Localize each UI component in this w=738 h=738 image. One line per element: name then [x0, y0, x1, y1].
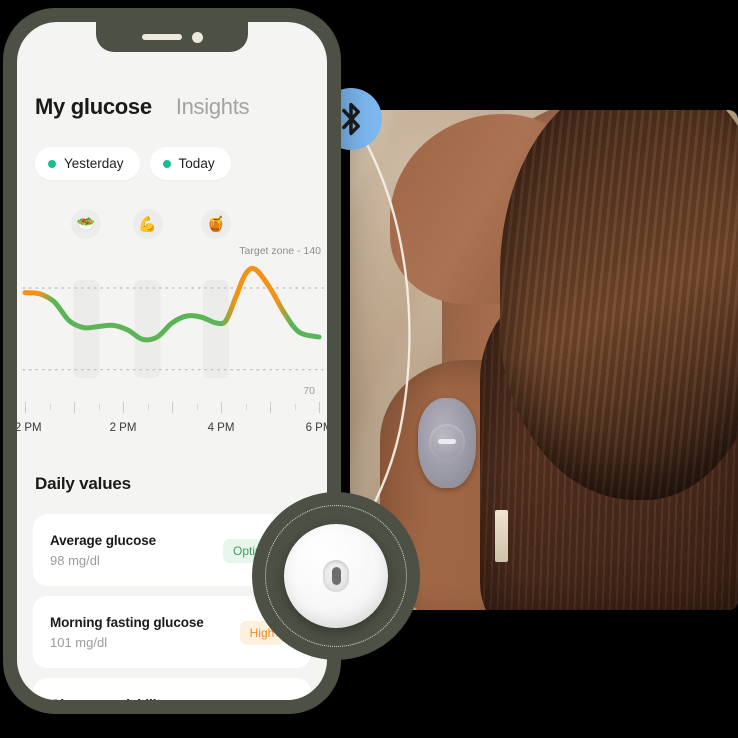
chip-today[interactable]: Today	[149, 147, 231, 180]
x-axis-tick	[172, 402, 173, 413]
x-axis-label: 4 PM	[207, 422, 235, 434]
chart-x-axis: 12 PM 2 PM 4 PM 6 PM	[17, 402, 327, 460]
x-axis-tick	[270, 402, 271, 413]
x-axis-tick	[294, 404, 296, 410]
daily-value-text: Average glucose 98 mg/dl	[50, 533, 156, 568]
x-axis-label: 6 PM	[305, 422, 327, 434]
daily-value-text: Morning fasting glucose 101 mg/dl	[50, 615, 204, 650]
phone-notch	[96, 22, 248, 52]
chart-event-band	[134, 280, 161, 378]
scene-root: My glucose Insights Yesterday Today 🥗 💪 …	[0, 0, 738, 738]
glucose-chart[interactable]: 🥗💪🍯 Target zone - 140 70 12 PM2 PM4 PM6 …	[17, 207, 327, 447]
chip-dot-icon	[48, 159, 56, 168]
earpiece-speaker	[141, 34, 182, 40]
tab-my-glucose[interactable]: My glucose	[35, 94, 152, 120]
x-axis-label: 12 PM	[17, 422, 42, 434]
daily-value-name: Glucose variability	[50, 697, 168, 700]
x-axis-labels: 12 PM 2 PM 4 PM 6 PM	[17, 422, 327, 440]
chip-yesterday-label: Yesterday	[64, 156, 124, 171]
x-axis-tick	[196, 404, 198, 410]
chip-today-label: Today	[178, 156, 215, 171]
chip-dot-icon	[162, 159, 171, 168]
daily-value-name: Average glucose	[50, 533, 157, 548]
x-axis-tick	[49, 404, 51, 410]
magnifier-dotted-ring	[265, 505, 407, 647]
day-filter-chips: Yesterday Today	[35, 147, 231, 180]
x-axis-tick	[25, 402, 26, 413]
daily-value-text: Glucose variability19 mg/dl	[50, 697, 168, 700]
x-axis-tick	[221, 402, 222, 413]
x-axis-tick	[245, 404, 247, 410]
daily-values-title: Daily values	[35, 474, 131, 493]
chip-yesterday[interactable]: Yesterday	[35, 147, 140, 180]
x-axis-tick	[98, 404, 100, 410]
tab-bar: My glucose Insights	[35, 94, 250, 120]
cgm-sensor-patch	[418, 398, 476, 488]
photo-garment-tag	[495, 510, 508, 562]
photo-hair	[500, 110, 738, 500]
front-camera	[191, 31, 203, 43]
target-zone-label: Target zone - 140	[239, 245, 321, 257]
x-axis-tick	[319, 402, 320, 413]
daily-value-reading: 98 mg/dl	[50, 553, 100, 568]
x-axis-label: 2 PM	[109, 422, 137, 434]
glucose-line	[22, 265, 322, 343]
daily-value-reading: 101 mg/dl	[50, 635, 108, 650]
x-axis-tick	[74, 402, 75, 413]
tab-insights[interactable]: Insights	[176, 94, 250, 120]
daily-value-name: Morning fasting glucose	[50, 615, 204, 630]
x-axis-ticks	[17, 402, 327, 416]
daily-value-row[interactable]: Glucose variability19 mg/dlOptimal›	[33, 678, 311, 700]
chart-event-band	[203, 280, 230, 378]
x-axis-tick	[147, 404, 149, 410]
low-bound-label: 70	[303, 385, 315, 397]
x-axis-tick	[123, 402, 124, 413]
sensor-magnifier	[252, 492, 420, 660]
